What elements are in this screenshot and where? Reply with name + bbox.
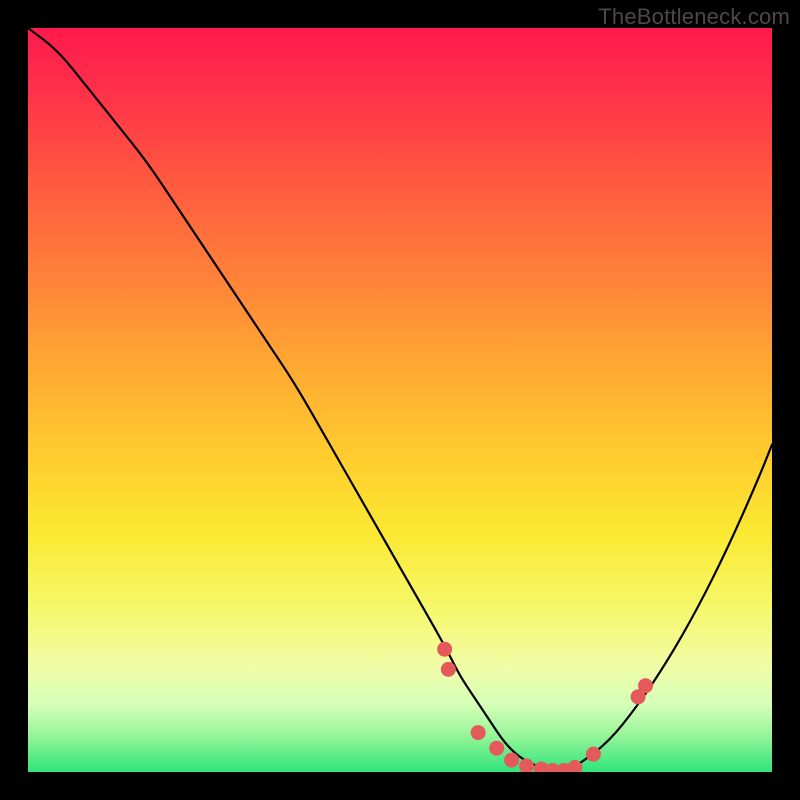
highlight-point (638, 678, 653, 693)
chart-frame: TheBottleneck.com (0, 0, 800, 800)
highlight-points (437, 642, 653, 772)
curve-svg (28, 28, 772, 772)
highlight-point (489, 741, 504, 756)
highlight-point (471, 725, 486, 740)
highlight-point (519, 759, 534, 772)
highlight-point (437, 642, 452, 657)
highlight-point (586, 747, 601, 762)
plot-area (28, 28, 772, 772)
highlight-point (504, 753, 519, 768)
bottleneck-curve (28, 28, 772, 772)
watermark-text: TheBottleneck.com (598, 4, 790, 30)
highlight-point (441, 662, 456, 677)
